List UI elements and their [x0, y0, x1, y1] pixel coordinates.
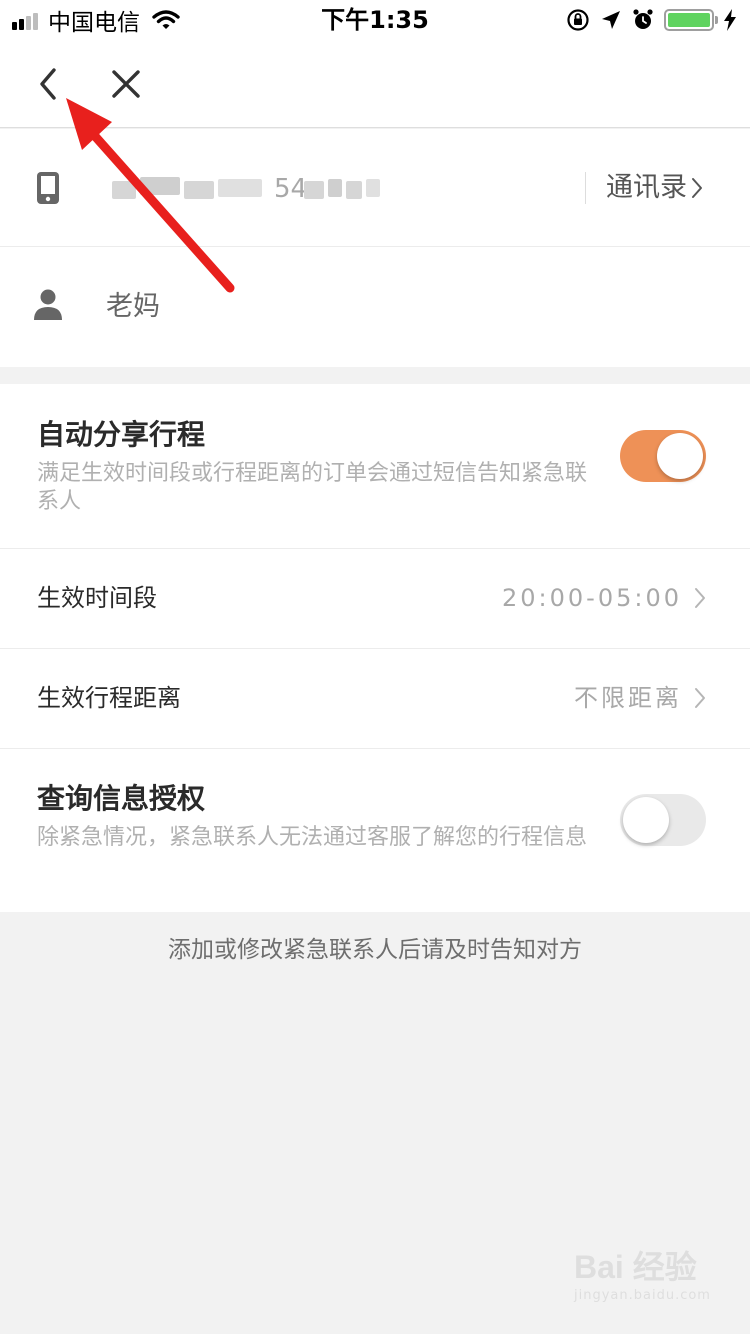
auto-share-description: 满足生效时间段或行程距离的订单会通过短信告知紧急联系人: [37, 461, 588, 514]
auto-share-toggle[interactable]: [620, 430, 706, 482]
contacts-book-link[interactable]: 通讯录: [606, 167, 703, 209]
phone-row: 54 通讯录: [0, 129, 750, 247]
back-button[interactable]: [30, 64, 70, 104]
divider: [585, 172, 586, 204]
effective-distance-value-group: 不限距离: [574, 680, 706, 716]
effective-distance-label: 生效行程距离: [37, 684, 181, 712]
effective-distance-row[interactable]: 生效行程距离 不限距离: [0, 649, 750, 749]
chevron-right-icon: [695, 588, 705, 608]
query-auth-description: 除紧急情况，紧急联系人无法通过客服了解您的行程信息: [37, 825, 588, 850]
toggle-knob: [657, 433, 703, 479]
effective-time-value-group: 20:00-05:00: [502, 580, 706, 616]
effective-time-label: 生效时间段: [37, 584, 157, 612]
navigation-bar: [0, 40, 750, 128]
battery-icon: [664, 9, 718, 31]
orientation-lock-icon: [567, 9, 589, 31]
auto-share-row: 自动分享行程 满足生效时间段或行程距离的订单会通过短信告知紧急联系人: [0, 384, 750, 549]
phone-number-input[interactable]: 54: [106, 169, 566, 209]
query-auth-toggle[interactable]: [620, 794, 706, 846]
mobile-phone-icon: [37, 172, 59, 204]
location-arrow-icon: [602, 11, 620, 29]
footer-note: 添加或修改紧急联系人后请及时告知对方: [168, 937, 582, 963]
baidu-jingyan-watermark: Bai 经验 jingyan.baidu.com: [574, 1242, 724, 1316]
status-bar: 中国电信 下午1:35: [0, 0, 750, 40]
watermark-url: jingyan.baidu.com: [574, 1288, 711, 1303]
status-right: [556, 6, 736, 34]
alarm-icon: [633, 9, 653, 29]
battery-level: [668, 13, 710, 27]
chevron-left-icon: [40, 68, 56, 100]
person-icon: [34, 289, 62, 320]
chevron-right-icon: [692, 178, 702, 198]
query-auth-title: 查询信息授权: [37, 782, 206, 815]
close-icon: [112, 70, 140, 98]
effective-time-row[interactable]: 生效时间段 20:00-05:00: [0, 549, 750, 649]
contacts-book-label: 通讯录: [606, 172, 687, 203]
effective-distance-value: 不限距离: [574, 684, 682, 712]
effective-time-value: 20:00-05:00: [502, 584, 682, 612]
auto-share-title: 自动分享行程: [37, 418, 206, 451]
close-button[interactable]: [106, 64, 146, 104]
watermark-logo-text: Bai 经验: [574, 1249, 697, 1285]
contact-name-input[interactable]: 老妈: [106, 286, 160, 328]
name-row: 老妈: [0, 248, 750, 366]
query-auth-row: 查询信息授权 除紧急情况，紧急联系人无法通过客服了解您的行程信息: [0, 749, 750, 912]
share-settings-card: 自动分享行程 满足生效时间段或行程距离的订单会通过短信告知紧急联系人 生效时间段…: [0, 384, 750, 912]
chevron-right-icon: [695, 688, 705, 708]
charging-bolt-icon: [724, 9, 736, 31]
toggle-knob: [623, 797, 669, 843]
emergency-contact-card: 54 通讯录 老妈: [0, 129, 750, 367]
phone-number-partial: 54: [274, 174, 308, 204]
